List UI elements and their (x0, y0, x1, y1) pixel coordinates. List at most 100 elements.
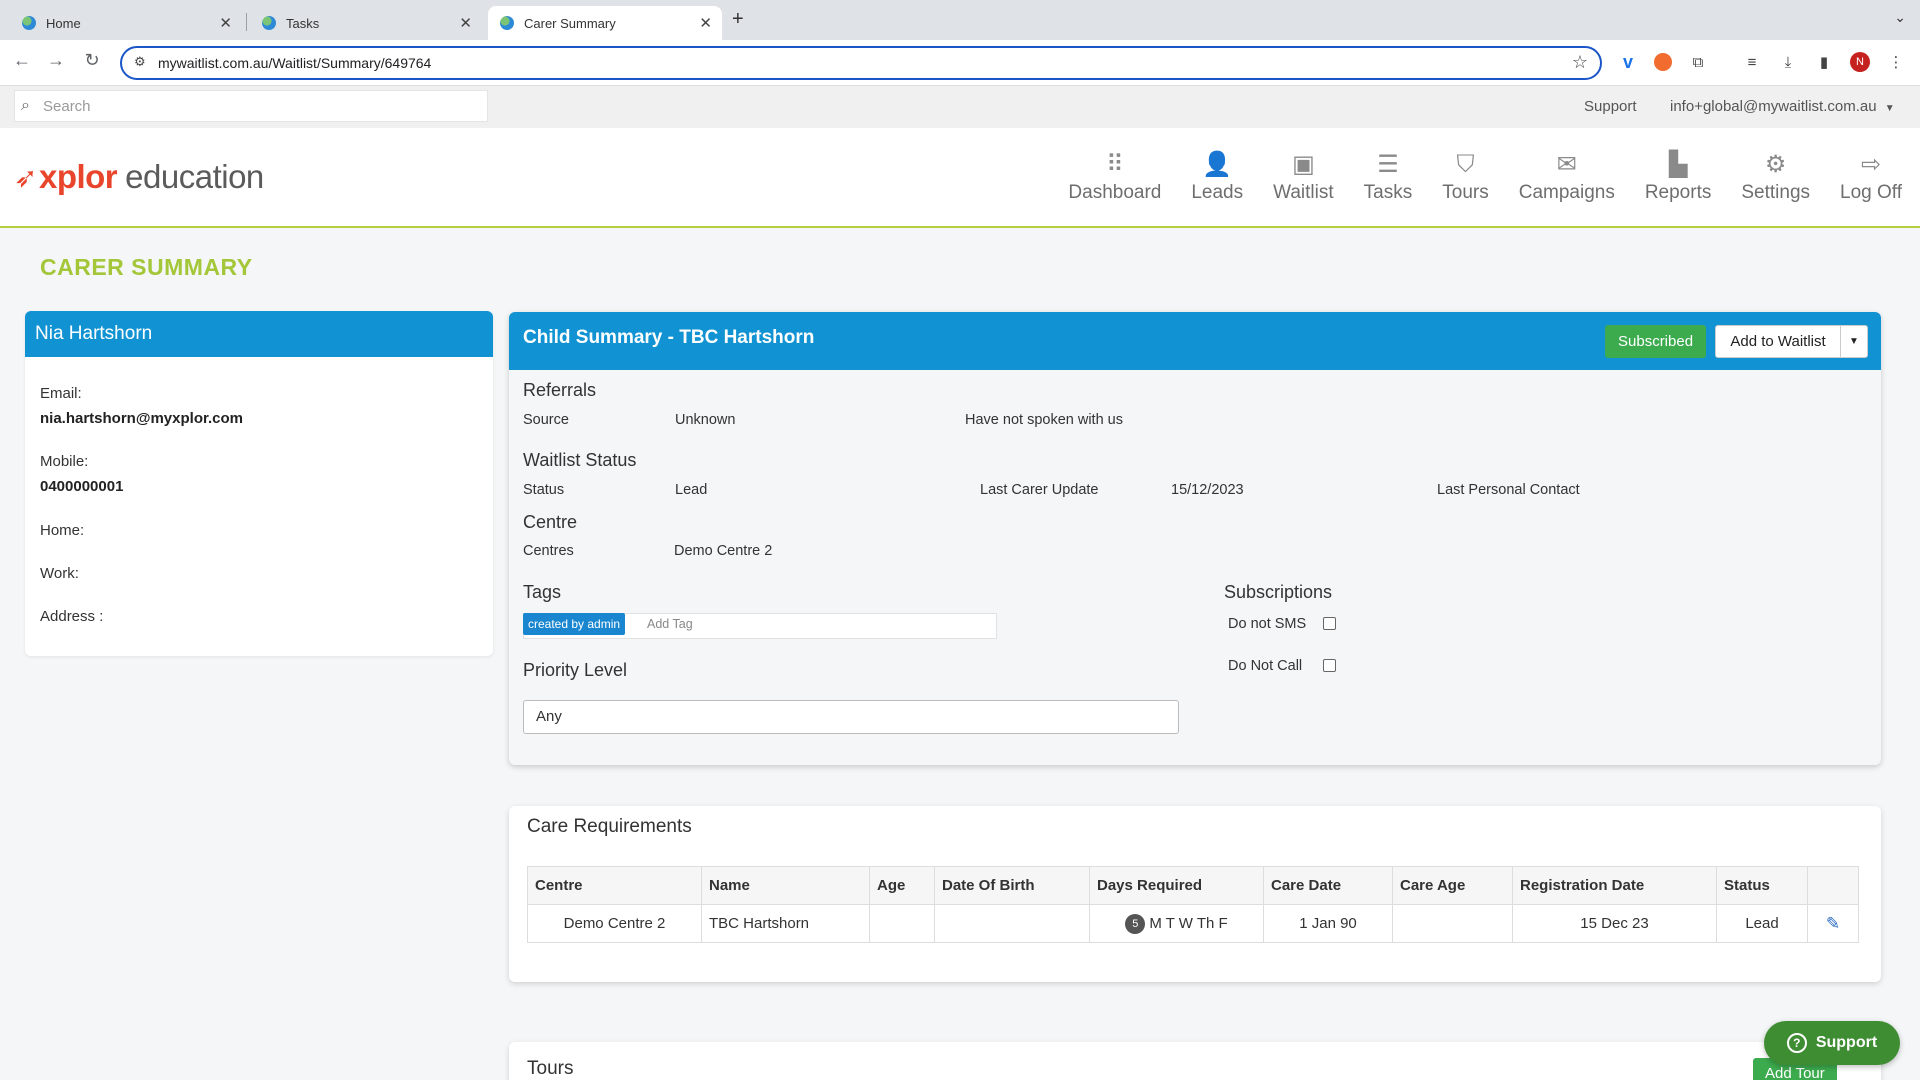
cell-registration-date: 15 Dec 23 (1512, 904, 1717, 943)
carer-panel: Nia Hartshorn Email: nia.hartshorn@myxpl… (25, 311, 493, 656)
search-icon: ⌕ (21, 97, 30, 114)
chevron-down-icon[interactable]: ⌄ (1894, 9, 1906, 26)
column-header: Registration Date (1512, 866, 1717, 905)
profile-avatar[interactable]: N (1848, 50, 1872, 74)
source-label: Source (523, 412, 569, 428)
sign-out-icon: ⇨ (1860, 151, 1882, 178)
vimeo-extension-icon[interactable]: v (1616, 50, 1640, 74)
main-nav: ⠿ Dashboard 👤 Leads ▣ Waitlist ☰ Tasks ⛉… (1038, 150, 1902, 204)
browser-tab-carer-summary[interactable]: Carer Summary ✕ (488, 6, 722, 40)
table-row[interactable]: Demo Centre 2 TBC Hartshorn 5M T W Th F … (527, 904, 1859, 943)
map-icon: ⛉ (1456, 151, 1475, 178)
back-icon[interactable]: ← (10, 50, 34, 71)
nav-settings[interactable]: ⚙ Settings (1741, 150, 1810, 204)
home-label: Home: (40, 522, 85, 539)
do-not-sms-label: Do not SMS (1228, 616, 1307, 632)
subscribed-button[interactable]: Subscribed (1605, 325, 1707, 358)
caret-down-icon[interactable]: ▼ (1840, 325, 1868, 358)
add-tag-input[interactable]: Add Tag (647, 617, 693, 631)
column-header: Centre (527, 866, 702, 905)
column-header: Care Date (1263, 866, 1393, 905)
nav-tours[interactable]: ⛉ Tours (1442, 150, 1488, 204)
child-summary-panel: Child Summary - TBC Hartshorn Subscribed… (509, 312, 1881, 765)
support-widget-button[interactable]: ? Support (1764, 1021, 1900, 1065)
globe-icon (500, 16, 514, 30)
browser-toolbar: ← → ↻ ⚙ mywaitlist.com.au/Waitlist/Summa… (0, 40, 1920, 86)
referral-note: Have not spoken with us (965, 412, 1123, 428)
orange-extension-icon[interactable] (1651, 50, 1675, 74)
nav-tasks[interactable]: ☰ Tasks (1364, 150, 1413, 204)
app-header: ➶ xplor education ⠿ Dashboard 👤 Leads ▣ … (0, 128, 1920, 228)
reload-icon[interactable]: ↻ (80, 50, 104, 71)
tags-heading: Tags (523, 582, 562, 602)
caret-down-icon: ▼ (1884, 103, 1895, 114)
email-label: Email: (40, 385, 82, 402)
side-panel-icon[interactable]: ▮ (1812, 50, 1836, 74)
nav-campaigns[interactable]: ✉ Campaigns (1519, 150, 1615, 204)
care-requirements-panel: Care Requirements Centre Name Age Date O… (509, 806, 1881, 982)
close-icon[interactable]: ✕ (459, 14, 472, 32)
do-not-call-label: Do Not Call (1228, 658, 1303, 674)
do-not-call-checkbox[interactable] (1323, 659, 1336, 672)
new-tab-icon[interactable]: + (732, 8, 744, 31)
cell-status: Lead (1716, 904, 1808, 943)
waitlist-status-heading: Waitlist Status (523, 450, 637, 470)
download-icon[interactable]: ⤓ (1776, 50, 1800, 74)
address-label: Address : (40, 608, 104, 625)
user-menu[interactable]: info+global@mywaitlist.com.au ▼ (1670, 98, 1895, 115)
search-input[interactable]: ⌕ Search (14, 90, 488, 122)
close-icon[interactable]: ✕ (699, 14, 712, 32)
mobile-label: Mobile: (40, 453, 89, 470)
bookmark-star-icon[interactable]: ☆ (1572, 52, 1588, 73)
inbox-icon: ▣ (1292, 151, 1315, 178)
page-title: CARER SUMMARY (40, 254, 253, 280)
nav-leads[interactable]: 👤 Leads (1191, 150, 1243, 204)
priority-level-heading: Priority Level (523, 660, 628, 680)
last-carer-update-value: 15/12/2023 (1171, 482, 1244, 498)
address-bar[interactable]: ⚙ mywaitlist.com.au/Waitlist/Summary/649… (120, 46, 1602, 80)
email-value[interactable]: nia.hartshorn@myxplor.com (40, 410, 243, 427)
source-value: Unknown (675, 412, 736, 428)
browser-tab-bar: Home ✕ Tasks ✕ Carer Summary ✕ + ⌄ (0, 0, 1920, 40)
envelope-icon: ✉ (1556, 151, 1577, 178)
support-link[interactable]: Support (1584, 98, 1637, 115)
extensions-puzzle-icon[interactable]: ⧉ (1686, 50, 1710, 74)
kebab-menu-icon[interactable]: ⋮ (1884, 50, 1908, 74)
browser-tab-tasks[interactable]: Tasks ✕ (250, 6, 482, 40)
days-count-badge: 5 (1125, 913, 1146, 934)
dashboard-icon: ⠿ (1106, 151, 1124, 178)
column-header: Date Of Birth (934, 866, 1090, 905)
site-settings-icon[interactable]: ⚙ (134, 54, 146, 70)
cell-centre: Demo Centre 2 (527, 904, 702, 943)
cell-care-age (1392, 904, 1513, 943)
centres-label: Centres (523, 543, 574, 559)
nav-dashboard[interactable]: ⠿ Dashboard (1068, 150, 1161, 204)
priority-level-select[interactable]: Any (523, 700, 1179, 734)
close-icon[interactable]: ✕ (219, 14, 232, 32)
work-label: Work: (40, 565, 79, 582)
browser-tab-home[interactable]: Home ✕ (10, 6, 242, 40)
last-personal-contact-label: Last Personal Contact (1437, 482, 1580, 498)
tours-panel: Tours Add Tour (509, 1042, 1881, 1080)
cell-edit: ✎ (1807, 904, 1859, 943)
nav-log-off[interactable]: ⇨ Log Off (1840, 150, 1902, 204)
nav-waitlist[interactable]: ▣ Waitlist (1273, 150, 1334, 204)
reading-list-icon[interactable]: ≡ (1740, 50, 1764, 74)
question-icon: ? (1786, 1033, 1807, 1053)
forward-icon[interactable]: → (44, 50, 68, 71)
column-header: Days Required (1089, 866, 1264, 905)
nav-reports[interactable]: ▙ Reports (1645, 150, 1712, 204)
centres-value: Demo Centre 2 (674, 543, 773, 559)
tag-chip[interactable]: created by admin (523, 613, 626, 635)
column-header: Status (1716, 866, 1808, 905)
carer-name: Nia Hartshorn (25, 311, 493, 357)
child-summary-header: Child Summary - TBC Hartshorn Subscribed… (509, 312, 1881, 370)
do-not-sms-checkbox[interactable] (1323, 617, 1336, 630)
list-icon: ☰ (1377, 151, 1399, 178)
care-requirements-table: Centre Name Age Date Of Birth Days Requi… (527, 866, 1859, 943)
xplor-logo[interactable]: ➶ xplor education (14, 158, 264, 196)
pencil-edit-icon[interactable]: ✎ (1826, 914, 1840, 933)
column-header: Age (869, 866, 935, 905)
subscriptions-heading: Subscriptions (1224, 582, 1333, 602)
add-to-waitlist-button[interactable]: Add to Waitlist (1715, 325, 1841, 358)
